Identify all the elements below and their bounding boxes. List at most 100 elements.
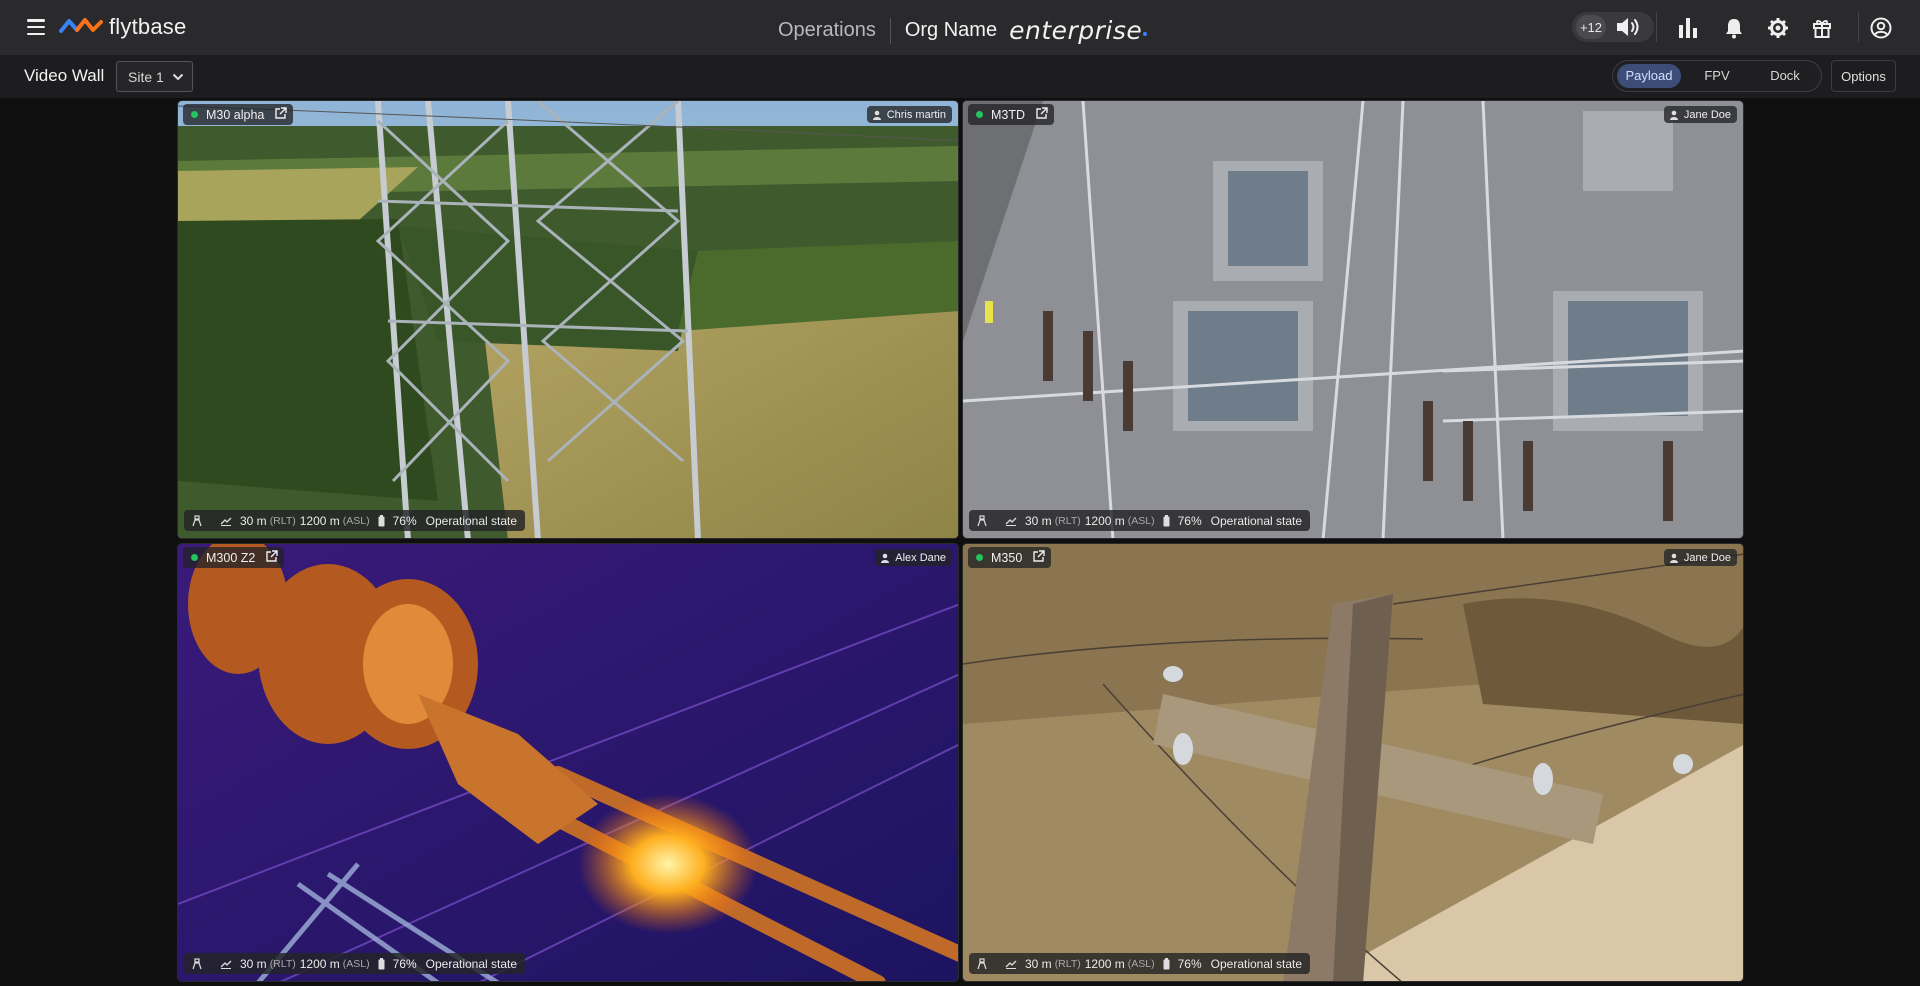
rlt-unit: (RLT) — [1054, 957, 1081, 970]
tab-payload[interactable]: Payload — [1617, 64, 1681, 88]
drone-icon — [192, 957, 202, 970]
altitude-icon — [220, 516, 232, 526]
altitude-rlt: 30 m — [240, 513, 267, 528]
org-name: Org Name — [904, 19, 998, 41]
header-center: Operations Org Name enterprise — [778, 16, 1148, 45]
altitude-asl: 1200 m — [299, 956, 340, 971]
drone-name: M300 Z2 — [206, 550, 256, 565]
altitude-rlt: 30 m — [1025, 956, 1052, 971]
speaker-icon[interactable] — [1614, 15, 1642, 44]
asl-unit: (ASL) — [342, 957, 370, 970]
pilot-tag: Chris martin — [866, 106, 952, 123]
divider — [1656, 12, 1657, 42]
bar-chart-icon[interactable] — [1674, 14, 1702, 42]
battery-icon — [378, 514, 385, 527]
pilot-name: Chris martin — [886, 108, 946, 121]
divider — [889, 17, 891, 44]
altitude-rlt: 30 m — [240, 956, 267, 971]
drone-name-tag: M3TD — [968, 104, 1055, 125]
battery-icon — [1163, 514, 1170, 527]
pilot-tag: Alex Dane — [875, 549, 952, 566]
user-icon — [872, 110, 881, 120]
video-tile[interactable]: M300 Z2 Alex Dane 30 m (RLT) 1200 m (ASL… — [177, 543, 959, 982]
brand-name: flytbase — [109, 14, 187, 39]
rlt-unit: (RLT) — [269, 514, 296, 527]
video-feed — [178, 544, 958, 981]
asl-unit: (ASL) — [1127, 514, 1155, 527]
drone-name: M350 — [991, 550, 1023, 565]
telemetry-bar: 30 m (RLT) 1200 m (ASL) 76% Operational … — [184, 510, 526, 531]
rlt-unit: (RLT) — [269, 957, 296, 970]
status-dot — [976, 554, 983, 561]
open-external-icon[interactable] — [1035, 106, 1048, 123]
drone-name-tag: M300 Z2 — [183, 547, 285, 568]
divider — [1858, 12, 1859, 42]
pilot-tag: Jane Doe — [1663, 106, 1737, 123]
battery-level: 76% — [392, 956, 417, 971]
altitude-asl: 1200 m — [299, 513, 340, 528]
participants-count: +12 — [1576, 15, 1606, 39]
drone-name-tag: M350 — [968, 547, 1052, 568]
telemetry-bar: 30 m (RLT) 1200 m (ASL) 76% Operational … — [969, 510, 1311, 531]
pilot-name: Jane Doe — [1683, 108, 1731, 121]
telemetry-bar: 30 m (RLT) 1200 m (ASL) 76% Operational … — [969, 953, 1311, 974]
drone-icon — [192, 514, 202, 527]
altitude-rlt: 30 m — [1025, 513, 1052, 528]
drone-icon — [977, 957, 987, 970]
operational-state: Operational state — [425, 956, 518, 971]
open-external-icon[interactable] — [274, 106, 288, 123]
tab-fpv[interactable]: FPV — [1687, 64, 1747, 88]
top-header: flytbase Operations Org Name enterprise … — [0, 0, 1920, 55]
open-external-icon[interactable] — [1032, 549, 1045, 566]
altitude-icon — [1005, 516, 1017, 526]
battery-icon — [1163, 957, 1170, 970]
bell-icon[interactable] — [1720, 14, 1748, 42]
plan-label: enterprise — [1009, 16, 1143, 45]
options-button[interactable]: Options — [1831, 60, 1896, 92]
video-wall-toolbar: Video Wall Site 1 Payload FPV Dock Optio… — [0, 55, 1920, 98]
pilot-name: Alex Dane — [895, 551, 946, 564]
user-circle-icon[interactable] — [1867, 14, 1895, 42]
asl-unit: (ASL) — [342, 514, 370, 527]
open-external-icon[interactable] — [265, 549, 279, 566]
video-tile[interactable]: M3TD Jane Doe 30 m (RLT) 1200 m (ASL) 76… — [962, 100, 1744, 539]
altitude-asl: 1200 m — [1084, 513, 1125, 528]
gear-icon[interactable] — [1764, 14, 1792, 42]
site-dropdown[interactable]: Site 1 — [116, 61, 193, 92]
rlt-unit: (RLT) — [1054, 514, 1081, 527]
altitude-icon — [220, 959, 232, 969]
operational-state: Operational state — [1210, 956, 1303, 971]
page-title: Video Wall — [24, 66, 105, 85]
site-dropdown-value: Site 1 — [128, 68, 164, 85]
tab-dock[interactable]: Dock — [1753, 64, 1817, 88]
drone-name: M3TD — [991, 107, 1026, 122]
battery-level: 76% — [392, 513, 417, 528]
view-mode-toggle: Payload FPV Dock — [1612, 60, 1822, 92]
operational-state: Operational state — [1210, 513, 1303, 528]
drone-name: M30 alpha — [206, 107, 265, 122]
video-feed — [963, 544, 1743, 981]
video-tile[interactable]: M350 Jane Doe 30 m (RLT) 1200 m (ASL) 76… — [962, 543, 1744, 982]
video-tile[interactable]: M30 alpha Chris martin 30 m (RLT) 1200 m… — [177, 100, 959, 539]
user-icon — [1669, 110, 1678, 120]
section-title: Operations — [778, 19, 876, 41]
drone-icon — [977, 514, 987, 527]
chevron-down-icon — [172, 73, 184, 80]
status-dot — [976, 111, 983, 118]
gift-icon[interactable] — [1808, 14, 1836, 42]
battery-level: 76% — [1177, 956, 1202, 971]
brand-logo[interactable]: flytbase — [59, 14, 186, 40]
altitude-asl: 1200 m — [1084, 956, 1125, 971]
operational-state: Operational state — [425, 513, 518, 528]
pilot-name: Jane Doe — [1683, 551, 1731, 564]
hamburger-icon[interactable] — [27, 19, 45, 36]
video-feed — [178, 101, 958, 538]
plan-accent-dot — [1143, 31, 1148, 36]
video-feed — [963, 101, 1743, 538]
asl-unit: (ASL) — [1127, 957, 1155, 970]
drone-name-tag: M30 alpha — [183, 104, 294, 125]
battery-icon — [378, 957, 385, 970]
status-dot — [191, 111, 198, 118]
battery-level: 76% — [1177, 513, 1202, 528]
user-icon — [1669, 553, 1678, 563]
